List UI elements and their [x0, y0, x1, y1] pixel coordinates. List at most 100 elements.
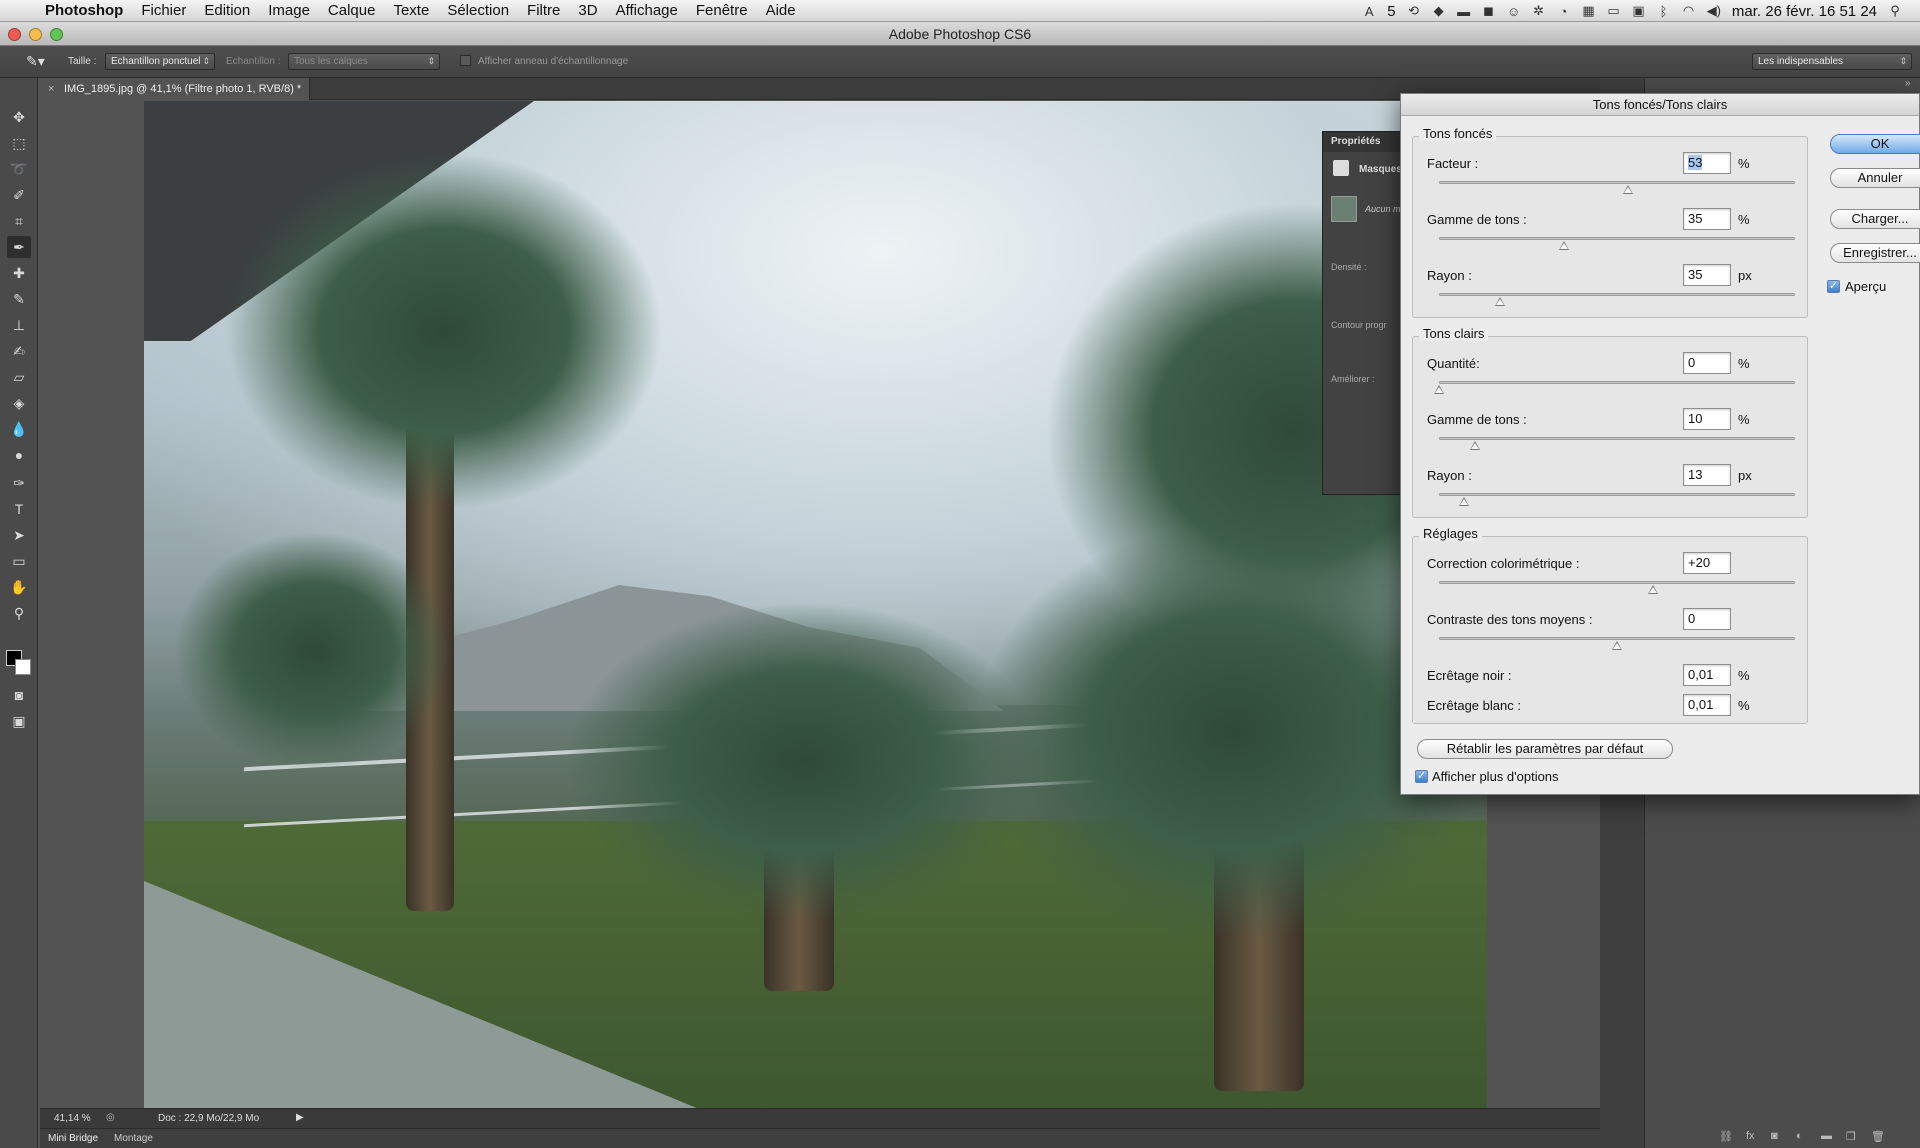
link-layers-icon[interactable]: ⛓	[1719, 1130, 1733, 1143]
black-clip-input[interactable]: 0,01	[1683, 664, 1731, 686]
minimize-window-button[interactable]	[29, 28, 42, 41]
highlights-radius-slider[interactable]	[1439, 493, 1795, 496]
eraser-tool-icon[interactable]: ▱	[7, 366, 31, 388]
reset-defaults-button[interactable]: Rétablir les paramètres par défaut	[1417, 739, 1673, 759]
menu-layer[interactable]: Calque	[319, 0, 385, 22]
zoom-level[interactable]: 41,14 %	[54, 1113, 91, 1124]
menu-app-name[interactable]: Photoshop	[36, 0, 132, 22]
rectangle-tool-icon[interactable]: ▭	[7, 550, 31, 572]
shadows-tonal-slider[interactable]	[1439, 237, 1795, 240]
menu-view[interactable]: Affichage	[607, 0, 687, 22]
adjustment-layer-icon[interactable]: ◐	[1796, 1130, 1803, 1142]
ok-button[interactable]: OK	[1830, 134, 1920, 154]
marquee-tool-icon[interactable]: ⬚	[7, 132, 31, 154]
color-correction-slider[interactable]	[1439, 581, 1795, 584]
midtone-contrast-input[interactable]: 0	[1683, 608, 1731, 630]
zoom-tool-icon[interactable]: ⚲	[7, 602, 31, 624]
document-tab[interactable]: × IMG_1895.jpg @ 41,1% (Filtre photo 1, …	[40, 78, 310, 100]
eyedropper-preset-icon[interactable]: ✎▾	[26, 53, 45, 70]
highlights-amount-input[interactable]: 0	[1683, 352, 1731, 374]
menu-filter[interactable]: Filtre	[518, 0, 569, 22]
spotlight-search-icon[interactable]: ⚲	[1888, 3, 1902, 19]
robot-icon[interactable]: ☺	[1507, 4, 1521, 19]
shadows-tonal-input[interactable]: 35	[1683, 208, 1731, 230]
workspace-dropdown[interactable]: Les indispensables	[1752, 53, 1912, 70]
lasso-tool-icon[interactable]: ➰	[7, 158, 31, 180]
adobe-icon[interactable]: A	[1362, 4, 1376, 19]
cancel-button[interactable]: Annuler	[1830, 168, 1920, 188]
highlights-amount-slider[interactable]	[1439, 381, 1795, 384]
image-canvas[interactable]	[144, 101, 1487, 1108]
pixel-mask-icon[interactable]	[1333, 160, 1349, 176]
shadows-radius-slider[interactable]	[1439, 293, 1795, 296]
save-button[interactable]: Enregistrer...	[1830, 243, 1920, 263]
screen-mode-icon[interactable]: ▣	[7, 710, 31, 732]
wifi-icon[interactable]: ◠	[1682, 3, 1696, 19]
shadows-tonal-thumb[interactable]	[1558, 241, 1569, 250]
menu-image[interactable]: Image	[259, 0, 319, 22]
close-window-button[interactable]	[8, 28, 21, 41]
status-menu-arrow-icon[interactable]: ▶	[296, 1112, 304, 1123]
dropbox-icon[interactable]: ◆	[1432, 3, 1446, 19]
quick-selection-tool-icon[interactable]: ✐	[7, 184, 31, 206]
eyedropper-tool-icon[interactable]: ✒	[7, 236, 31, 258]
healing-brush-tool-icon[interactable]: ✚	[7, 262, 31, 284]
quick-mask-icon[interactable]: ◙	[7, 684, 31, 706]
mini-bridge-tab[interactable]: Mini Bridge	[48, 1133, 98, 1144]
highlights-radius-input[interactable]: 13	[1683, 464, 1731, 486]
battery-icon[interactable]: ▭	[1607, 3, 1621, 19]
sample-dropdown[interactable]: Tous les calques	[288, 53, 440, 70]
highlights-amount-thumb[interactable]	[1434, 385, 1444, 394]
midtone-contrast-thumb[interactable]	[1612, 641, 1622, 650]
brush-tool-icon[interactable]: ✎	[7, 288, 31, 310]
sync-icon[interactable]: ⟲	[1407, 3, 1421, 19]
menu-select[interactable]: Sélection	[438, 0, 518, 22]
zoom-window-button[interactable]	[50, 28, 63, 41]
layer-style-icon[interactable]: fx	[1746, 1130, 1755, 1142]
new-group-icon[interactable]: ▬	[1821, 1130, 1832, 1142]
highlights-tonal-thumb[interactable]	[1469, 441, 1480, 450]
shadows-amount-thumb[interactable]	[1622, 185, 1633, 194]
grid-icon[interactable]: ▦	[1582, 3, 1596, 19]
menu-3d[interactable]: 3D	[569, 0, 606, 22]
move-tool-icon[interactable]: ✥	[7, 106, 31, 128]
menu-edit[interactable]: Edition	[195, 0, 259, 22]
shadows-radius-input[interactable]: 35	[1683, 264, 1731, 286]
crop-tool-icon[interactable]: ⌗	[7, 210, 31, 232]
add-mask-icon[interactable]: ◙	[1771, 1130, 1778, 1142]
highlights-tonal-input[interactable]: 10	[1683, 408, 1731, 430]
clock[interactable]: mar. 26 févr. 16 51 24	[1732, 3, 1877, 20]
hand-tool-icon[interactable]: ✋	[7, 576, 31, 598]
menu-file[interactable]: Fichier	[132, 0, 195, 22]
montage-tab[interactable]: Montage	[114, 1133, 153, 1144]
dodge-tool-icon[interactable]: ●	[7, 444, 31, 466]
background-color-swatch[interactable]	[15, 659, 31, 675]
highlights-radius-thumb[interactable]	[1458, 497, 1469, 506]
blur-tool-icon[interactable]: 💧	[7, 418, 31, 440]
pen-tool-icon[interactable]: ✑	[7, 472, 31, 494]
bluetooth-icon[interactable]: ᛒ	[1657, 4, 1671, 19]
history-brush-tool-icon[interactable]: ✍	[7, 340, 31, 362]
path-selection-tool-icon[interactable]: ➤	[7, 524, 31, 546]
gear-icon[interactable]: ✲	[1532, 3, 1546, 19]
color-correction-thumb[interactable]	[1647, 585, 1658, 594]
paint-bucket-tool-icon[interactable]: ◈	[7, 392, 31, 414]
midtone-contrast-slider[interactable]	[1439, 637, 1795, 640]
display-icon[interactable]: ▣	[1632, 3, 1646, 19]
highlights-tonal-slider[interactable]	[1439, 437, 1795, 440]
clone-stamp-tool-icon[interactable]: ⊥	[7, 314, 31, 336]
type-tool-icon[interactable]: T	[7, 498, 31, 520]
shadows-amount-input[interactable]: 53	[1683, 152, 1731, 174]
folder-icon[interactable]: ▬	[1457, 4, 1471, 19]
sampling-ring-checkbox[interactable]	[460, 55, 471, 66]
size-dropdown[interactable]: Echantillon ponctuel	[105, 53, 215, 70]
menu-type[interactable]: Texte	[384, 0, 438, 22]
shadows-amount-slider[interactable]	[1439, 181, 1795, 184]
new-layer-icon[interactable]: ❐	[1846, 1130, 1856, 1143]
close-tab-icon[interactable]: ×	[48, 78, 54, 100]
expand-panels-icon[interactable]: »	[1905, 78, 1911, 89]
status-info-icon[interactable]: ◎	[106, 1112, 115, 1123]
more-options-checkbox[interactable]: ✓	[1415, 770, 1428, 783]
camera-icon[interactable]: ◼	[1482, 3, 1496, 19]
trash-icon[interactable]: 🗑	[1871, 1130, 1885, 1143]
